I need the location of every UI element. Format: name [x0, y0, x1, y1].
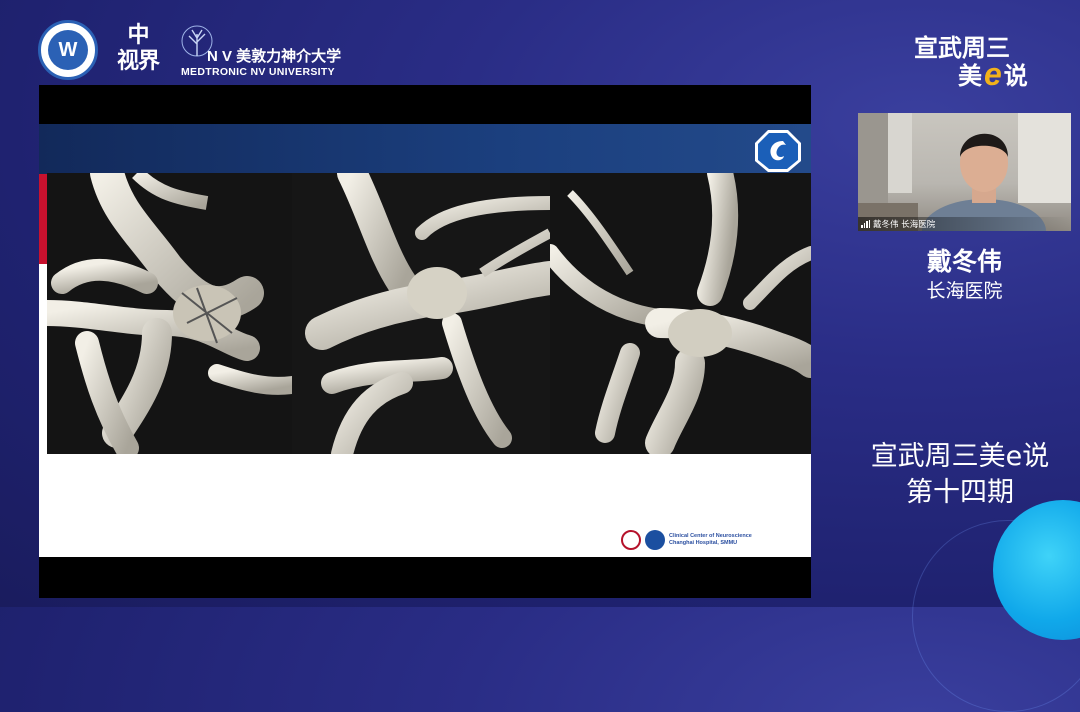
angiography-image-1	[47, 173, 292, 454]
university-badge-logo: W	[38, 20, 98, 80]
slide-red-accent	[39, 174, 47, 264]
program-brand-line-2: 美 e 说	[958, 56, 1028, 91]
speaker-organization: 长海医院	[926, 280, 1003, 302]
episode-title: 宣武周三美e说	[870, 441, 1050, 472]
slide-footer-text: Clinical Center of Neuroscience Changhai…	[669, 533, 752, 547]
university-badge-initial: W	[48, 30, 88, 70]
red-seal-icon	[621, 530, 641, 550]
angiography-image-2	[292, 173, 550, 454]
signal-strength-icon	[861, 220, 870, 228]
nv-university-text: MEDTRONIC NV UNIVERSITY	[181, 66, 335, 78]
speaker-name: 戴冬伟	[926, 247, 1002, 276]
speaker-video-frame	[858, 113, 1071, 231]
speaker-video-tile[interactable]: 戴冬伟 长海医院	[858, 113, 1071, 231]
brand-suffix: 说	[1003, 62, 1028, 90]
slide-header-band	[39, 124, 811, 174]
angiography-image-3	[550, 173, 811, 454]
shared-slide: Clinical Center of Neuroscience Changhai…	[39, 85, 811, 598]
footer-line-2: Changhai Hospital, SMMU	[669, 540, 738, 546]
video-caption-text: 戴冬伟 长海医院	[873, 220, 936, 230]
blue-seal-icon	[645, 530, 665, 550]
video-caption-bar: 戴冬伟 长海医院	[858, 217, 1071, 231]
slide-page: Clinical Center of Neuroscience Changhai…	[39, 124, 811, 557]
calligraphy-line-2: 视界	[116, 48, 160, 74]
slide-footer-logos: Clinical Center of Neuroscience Changhai…	[621, 528, 752, 552]
nv-brand-text: N V 美敦力神介大学	[207, 48, 342, 65]
brand-prefix: 美	[958, 62, 982, 90]
hospital-logo-icon	[755, 130, 801, 172]
calligraphy-line-1: 中	[127, 22, 149, 48]
footer-line-1: Clinical Center of Neuroscience	[669, 533, 752, 539]
brand-e-letter: e	[984, 55, 1002, 92]
calligraphy-logo: 中 视界	[112, 22, 164, 78]
